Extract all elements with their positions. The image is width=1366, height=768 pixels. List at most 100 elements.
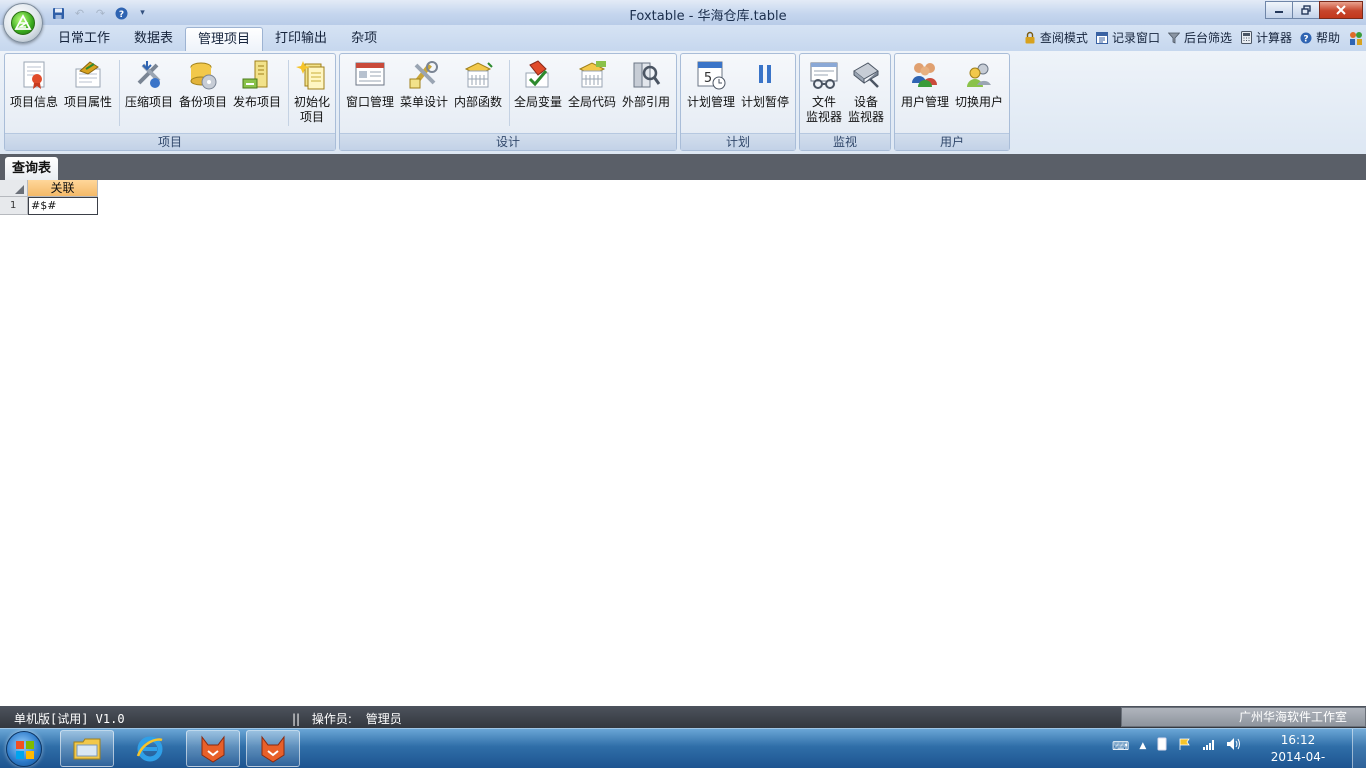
sheet-tab-query[interactable]: 查询表 [5, 157, 59, 180]
project-properties-button[interactable]: 项目属性 [61, 56, 115, 132]
device-monitor-icon [853, 62, 879, 88]
menu-design-button[interactable]: 菜单设计 [397, 56, 451, 132]
tab-misc[interactable]: 杂项 [339, 27, 389, 51]
global-code-label: 全局代码 [567, 95, 616, 109]
grid-corner[interactable] [0, 180, 28, 197]
ribbon-tab-row: 日常工作 数据表 管理项目 打印输出 杂项 查阅模式 记录窗口 后台筛选 计算器… [0, 25, 1366, 51]
compress-project-button[interactable]: 压缩项目 [122, 56, 176, 132]
certificate-icon [23, 61, 45, 89]
close-button[interactable] [1319, 1, 1363, 19]
help-button[interactable]: ? 帮助 [1300, 29, 1340, 46]
internal-functions-button[interactable]: 内部函数 [451, 56, 505, 132]
group-user: 用户管理 切换用户 用户 [894, 53, 1010, 151]
background-filter-label: 后台筛选 [1183, 31, 1232, 45]
operator-info: || 操作员: 管理员 [292, 710, 402, 727]
device-monitor-label: 设备 监视器 [847, 95, 884, 124]
window-manage-label: 窗口管理 [345, 95, 394, 109]
svg-text:5: 5 [704, 71, 712, 86]
compress-icon [137, 61, 161, 88]
device-icon[interactable] [1156, 737, 1168, 754]
tab-manage-project[interactable]: 管理项目 [185, 27, 264, 51]
minimize-button[interactable] [1265, 1, 1293, 19]
clock-date: 2014-04-07 [1270, 750, 1326, 768]
functions-icon [464, 62, 493, 88]
keyboard-icon[interactable]: ⌨ [1112, 739, 1129, 753]
menu-design-icon [409, 61, 438, 89]
menu-design-label: 菜单设计 [399, 95, 448, 109]
separator [119, 60, 120, 126]
record-window-button[interactable]: 记录窗口 [1096, 29, 1160, 46]
group-design: 窗口管理 菜单设计 内部函数 全局变量 全局代码 外部引用 设计 [339, 53, 677, 151]
column-header[interactable]: 关联 [28, 180, 98, 197]
switch-user-button[interactable]: 切换用户 [952, 56, 1006, 132]
taskbar-foxtable-2[interactable] [246, 730, 300, 767]
windows-logo-icon [16, 741, 34, 759]
data-grid[interactable]: 关联 1 #$# [0, 180, 1366, 706]
lock-icon [1024, 31, 1037, 44]
users-icon[interactable] [1348, 30, 1364, 46]
users-icon [912, 63, 937, 87]
ie-icon [136, 736, 163, 761]
schedule-pause-label: 计划暂停 [740, 95, 789, 109]
status-bar: 单机版[试用] V1.0 || 操作员: 管理员 广州华海软件工作室 [0, 706, 1366, 728]
window-manage-button[interactable]: 窗口管理 [343, 56, 397, 132]
group-user-label: 用户 [895, 133, 1009, 150]
tab-data-table[interactable]: 数据表 [122, 27, 185, 51]
switch-user-icon [967, 63, 991, 87]
table-cell[interactable]: #$# [28, 197, 98, 215]
row-header[interactable]: 1 [0, 197, 28, 215]
backup-project-button[interactable]: 备份项目 [176, 56, 230, 132]
global-code-icon [578, 61, 606, 88]
publish-project-button[interactable]: 发布项目 [230, 56, 284, 132]
device-monitor-button[interactable]: 设备 监视器 [839, 56, 893, 132]
background-filter-button[interactable]: 后台筛选 [1168, 29, 1232, 46]
global-variables-button[interactable]: 全局变量 [511, 56, 565, 132]
project-properties-icon [75, 61, 101, 88]
operator-name: 管理员 [365, 712, 402, 726]
show-desktop-button[interactable] [1352, 729, 1366, 768]
schedule-pause-button[interactable]: 计划暂停 [738, 56, 792, 132]
flag-icon[interactable] [1178, 737, 1192, 754]
network-icon[interactable] [1202, 738, 1216, 753]
calculator-icon [1240, 31, 1253, 44]
group-project: 项目信息 项目属性 压缩项目 备份项目 发布项目 初始化 项目 项目 [4, 53, 336, 151]
tab-print-output[interactable]: 打印输出 [263, 27, 339, 51]
app-menu-button[interactable] [3, 3, 43, 43]
project-info-label: 项目信息 [9, 95, 58, 109]
group-monitor-label: 监视 [800, 133, 890, 150]
show-hidden-icons-icon[interactable]: ▲ [1139, 741, 1146, 751]
internal-functions-label: 内部函数 [453, 95, 502, 109]
schedule-manage-button[interactable]: 5 计划管理 [684, 56, 738, 132]
publish-project-label: 发布项目 [232, 95, 281, 109]
taskbar-ie[interactable] [123, 730, 177, 767]
volume-icon[interactable] [1226, 737, 1242, 754]
status-separator: || [292, 712, 301, 726]
separator [509, 60, 510, 126]
calculator-button[interactable]: 计算器 [1240, 29, 1292, 46]
global-code-button[interactable]: 全局代码 [565, 56, 619, 132]
external-references-icon [633, 62, 661, 88]
clock[interactable]: 16:12 2014-04-07 [1268, 732, 1328, 768]
initialize-project-label: 初始化 项目 [293, 95, 330, 124]
taskbar-explorer[interactable] [60, 730, 114, 767]
compress-project-label: 压缩项目 [124, 95, 173, 109]
tab-daily-work[interactable]: 日常工作 [46, 27, 122, 51]
right-menu: 查阅模式 记录窗口 后台筛选 计算器 ? 帮助 [1024, 29, 1364, 46]
backup-disc-icon [190, 62, 217, 90]
project-info-button[interactable]: 项目信息 [7, 56, 61, 132]
help-icon: ? [1300, 31, 1313, 44]
user-manage-button[interactable]: 用户管理 [898, 56, 952, 132]
calendar-clock-icon: 5 [697, 61, 726, 90]
ribbon-tabs: 日常工作 数据表 管理项目 打印输出 杂项 [46, 27, 389, 51]
taskbar-foxtable-1[interactable] [186, 730, 240, 767]
external-references-button[interactable]: 外部引用 [619, 56, 673, 132]
help-label: 帮助 [1315, 31, 1340, 45]
schedule-manage-label: 计划管理 [686, 95, 735, 109]
restore-button[interactable] [1292, 1, 1320, 19]
initialize-project-button[interactable]: 初始化 项目 [285, 56, 339, 132]
query-mode-button[interactable]: 查阅模式 [1024, 29, 1088, 46]
backup-project-label: 备份项目 [178, 95, 227, 109]
start-button[interactable] [6, 731, 42, 767]
company-label: 广州华海软件工作室 [1121, 707, 1366, 727]
calculator-label: 计算器 [1255, 31, 1292, 45]
